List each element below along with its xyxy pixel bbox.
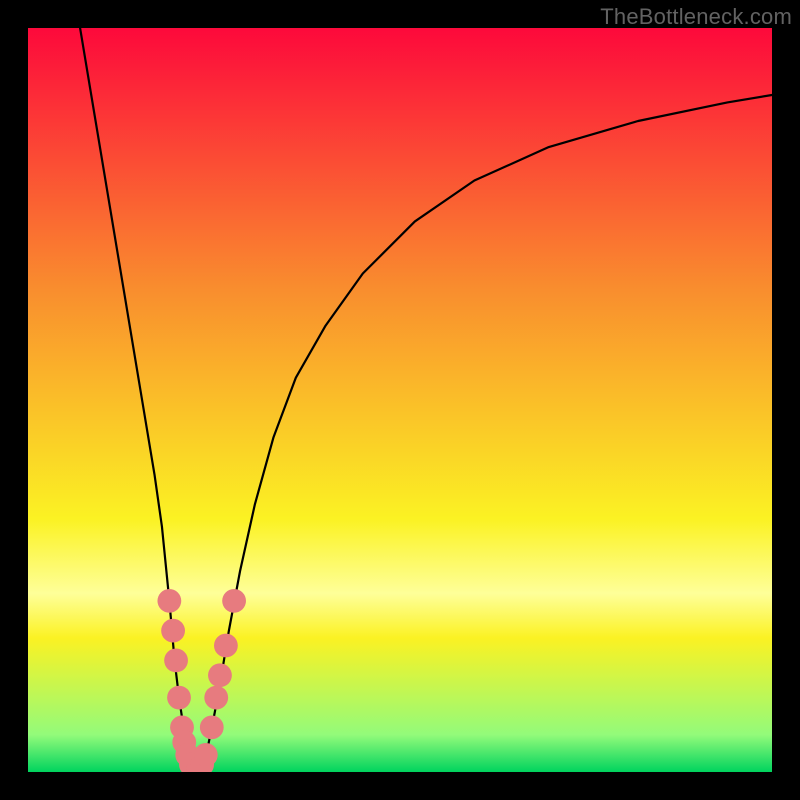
data-marker [214, 634, 238, 658]
data-marker [164, 649, 188, 673]
data-marker [204, 686, 228, 710]
watermark-text: TheBottleneck.com [600, 4, 792, 30]
data-marker [208, 663, 232, 687]
data-marker [167, 686, 191, 710]
data-marker [200, 715, 224, 739]
curve-layer [28, 28, 772, 772]
data-marker [194, 743, 218, 767]
plot-area [28, 28, 772, 772]
data-marker [157, 589, 181, 613]
chart-stage: TheBottleneck.com [0, 0, 800, 800]
data-marker [161, 619, 185, 643]
data-marker [222, 589, 246, 613]
